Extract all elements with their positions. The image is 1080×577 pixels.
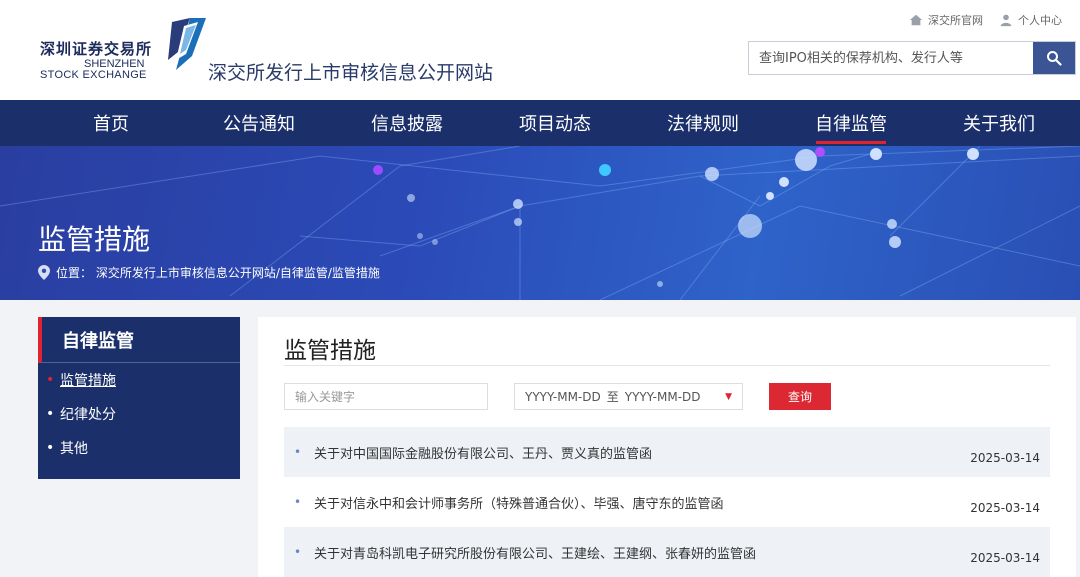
sidebar-item-label: 监管措施 (60, 373, 116, 389)
home-icon (909, 14, 923, 26)
search-button[interactable] (1033, 42, 1075, 74)
sidebar-bullet: • (46, 406, 55, 422)
location-pin-icon (38, 265, 50, 280)
site-header: 深圳证券交易所 SHENZHEN STOCK EXCHANGE 深交所发行上市审… (0, 0, 1080, 100)
nav-laws-rules[interactable]: 法律规则 (629, 100, 777, 146)
content-panel: 监管措施 YYYY-MM-DD 至 YYYY-MM-DD ▼ 查询 • 关于对中… (258, 317, 1076, 577)
logo-english-line2: STOCK EXCHANGE (40, 69, 147, 81)
szse-home-link[interactable]: 深交所官网 (909, 12, 983, 28)
date-separator: 至 (606, 390, 619, 404)
sidebar-item-other[interactable]: • 其他 (38, 431, 240, 465)
list-item[interactable]: • 关于对青岛科凯电子研究所股份有限公司、王建绘、王建纲、张春妍的监管函 202… (284, 527, 1050, 577)
list-item[interactable]: • 关于对信永中和会计师事务所（特殊普通合伙）、毕强、唐守东的监管函 2025-… (284, 477, 1050, 527)
title-divider (284, 365, 1050, 366)
list-item-title: 关于对信永中和会计师事务所（特殊普通合伙）、毕强、唐守东的监管函 (314, 496, 724, 512)
nav-disclosure[interactable]: 信息披露 (333, 100, 481, 146)
nav-home[interactable]: 首页 (37, 100, 185, 146)
list-item-title: 关于对青岛科凯电子研究所股份有限公司、王建绘、王建纲、张春妍的监管函 (314, 546, 757, 562)
sidebar-item-regulatory-measures[interactable]: • 监管措施 (38, 363, 240, 397)
sidebar-item-label: 纪律处分 (60, 407, 116, 423)
nav-announcements[interactable]: 公告通知 (185, 100, 333, 146)
sidebar-item-disciplinary-actions[interactable]: • 纪律处分 (38, 397, 240, 431)
user-center-label: 个人中心 (1018, 14, 1062, 27)
list-bullet: • (294, 445, 302, 459)
date-range-picker[interactable]: YYYY-MM-DD 至 YYYY-MM-DD ▼ (514, 383, 743, 410)
search-input[interactable] (749, 42, 1033, 74)
sidebar-bullet: • (46, 372, 55, 388)
date-from: YYYY-MM-DD (525, 389, 601, 404)
list-bullet: • (294, 545, 302, 559)
sidebar-item-label: 其他 (60, 441, 88, 457)
szse-home-label: 深交所官网 (928, 14, 983, 27)
szse-logo[interactable]: 深圳证券交易所 SHENZHEN STOCK EXCHANGE (40, 16, 210, 86)
sidebar: 自律监管 • 监管措施 • 纪律处分 • 其他 (38, 317, 240, 479)
keyword-input[interactable] (284, 383, 488, 410)
banner-title: 监管措施 (38, 223, 151, 256)
site-title: 深交所发行上市审核信息公开网站 (208, 62, 494, 84)
search-icon (1047, 51, 1062, 66)
list-item[interactable]: • 关于对中国国际金融股份有限公司、王丹、贾义真的监管函 2025-03-14 (284, 427, 1050, 477)
list-item-date: 2025-03-14 (970, 551, 1040, 565)
list-bullet: • (294, 495, 302, 509)
breadcrumb: 位置： 深交所发行上市审核信息公开网站/自律监管/监管措施 (38, 264, 380, 281)
szse-logo-icon (168, 18, 206, 70)
list-item-date: 2025-03-14 (970, 501, 1040, 515)
query-button[interactable]: 查询 (769, 383, 831, 410)
nav-project-updates[interactable]: 项目动态 (481, 100, 629, 146)
sidebar-heading: 自律监管 (38, 317, 240, 363)
breadcrumb-text[interactable]: 位置： 深交所发行上市审核信息公开网站/自律监管/监管措施 (56, 264, 380, 281)
nav-about-us[interactable]: 关于我们 (925, 100, 1073, 146)
chevron-down-icon: ▼ (725, 391, 732, 402)
list-item-date: 2025-03-14 (970, 451, 1040, 465)
nav-self-regulation[interactable]: 自律监管 (777, 100, 925, 146)
user-center-link[interactable]: 个人中心 (999, 12, 1062, 28)
date-to: YYYY-MM-DD (624, 389, 701, 404)
user-icon (1000, 14, 1012, 27)
page-banner: 监管措施 位置： 深交所发行上市审核信息公开网站/自律监管/监管措施 (0, 146, 1080, 300)
logo-chinese-name: 深圳证券交易所 (40, 40, 153, 58)
list-item-title: 关于对中国国际金融股份有限公司、王丹、贾义真的监管函 (314, 446, 653, 462)
site-search (748, 41, 1076, 75)
top-links: 深交所官网 个人中心 (909, 12, 1062, 28)
sidebar-bullet: • (46, 440, 55, 456)
main-nav: 首页 公告通知 信息披露 项目动态 法律规则 自律监管 关于我们 (0, 100, 1080, 146)
measures-list: • 关于对中国国际金融股份有限公司、王丹、贾义真的监管函 2025-03-14 … (284, 427, 1050, 577)
content-title: 监管措施 (284, 338, 376, 364)
